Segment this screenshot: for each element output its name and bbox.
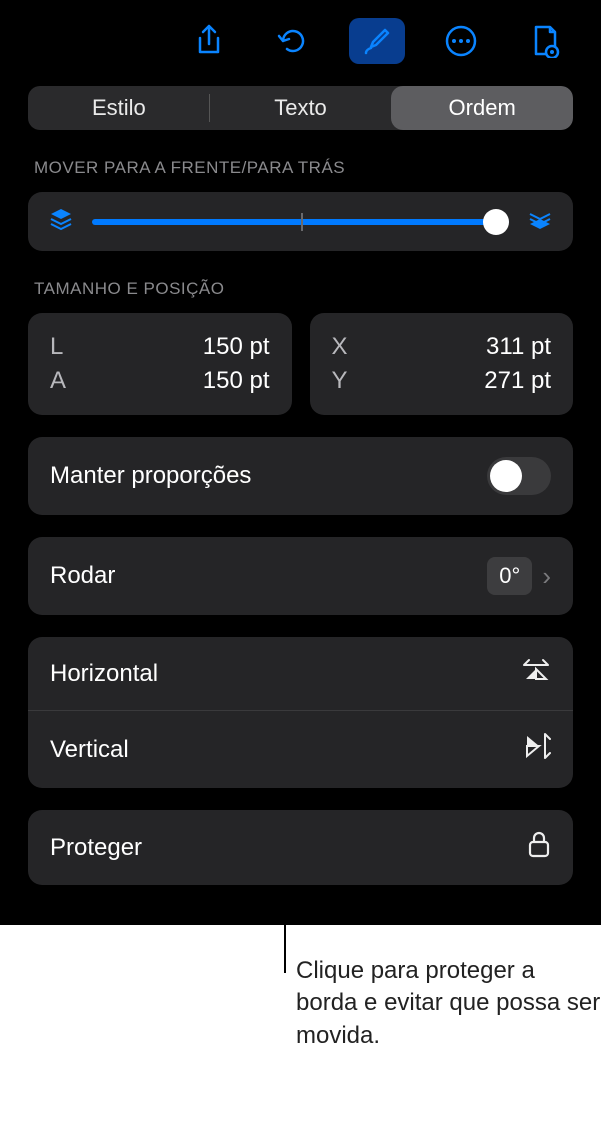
flip-vertical-label: Vertical [50,736,129,764]
height-value: 150 pt [203,367,270,395]
share-button[interactable] [181,18,237,64]
format-brush-button[interactable] [349,18,405,64]
height-label: A [50,367,66,395]
layer-slider-row [28,192,573,251]
tab-style[interactable]: Estilo [28,86,210,130]
rotate-label: Rodar [50,562,115,590]
format-panel: Estilo Texto Ordem Mover para a frente/p… [0,0,601,925]
tab-text[interactable]: Texto [210,86,392,130]
chevron-right-icon: › [542,561,551,592]
more-button[interactable] [433,18,489,64]
callout-leader-line [284,889,286,973]
document-settings-button[interactable] [517,18,573,64]
send-to-back-icon[interactable] [48,206,74,237]
aspect-ratio-toggle[interactable] [487,457,551,495]
bring-to-front-icon[interactable] [527,206,553,237]
undo-button[interactable] [265,18,321,64]
size-box[interactable]: L 150 pt A 150 pt [28,313,292,415]
callout: Clique para proteger a borda e evitar qu… [0,955,601,1052]
flip-card: Horizontal Vertical [28,637,573,788]
callout-text: Clique para proteger a borda e evitar qu… [296,955,601,1052]
lock-label: Proteger [50,834,142,862]
rotate-value: 0° [487,557,532,595]
flip-horizontal-row[interactable]: Horizontal [28,637,573,710]
size-position-grid: L 150 pt A 150 pt X 311 pt Y 271 pt [28,313,573,415]
lock-icon [527,830,551,865]
rotate-row[interactable]: Rodar 0° › [28,537,573,615]
aspect-ratio-label: Manter proporções [50,462,251,490]
sizepos-section-label: Tamanho e posição [34,279,567,299]
aspect-ratio-row: Manter proporções [28,437,573,515]
x-value: 311 pt [486,333,551,361]
flip-horizontal-icon [521,657,551,690]
y-value: 271 pt [484,367,551,395]
slider-midpoint-tick [301,213,303,231]
layer-slider[interactable] [92,219,509,225]
y-label: Y [332,367,348,395]
layer-section-label: Mover para a frente/para trás [34,158,567,178]
tab-order[interactable]: Ordem [391,86,573,130]
flip-horizontal-label: Horizontal [50,660,158,688]
x-label: X [332,333,348,361]
width-label: L [50,333,63,361]
width-value: 150 pt [203,333,270,361]
format-tabs: Estilo Texto Ordem [28,86,573,130]
position-box[interactable]: X 311 pt Y 271 pt [310,313,574,415]
flip-vertical-icon [525,731,551,768]
toolbar [0,0,601,86]
lock-row[interactable]: Proteger [28,810,573,885]
flip-vertical-row[interactable]: Vertical [28,711,573,788]
